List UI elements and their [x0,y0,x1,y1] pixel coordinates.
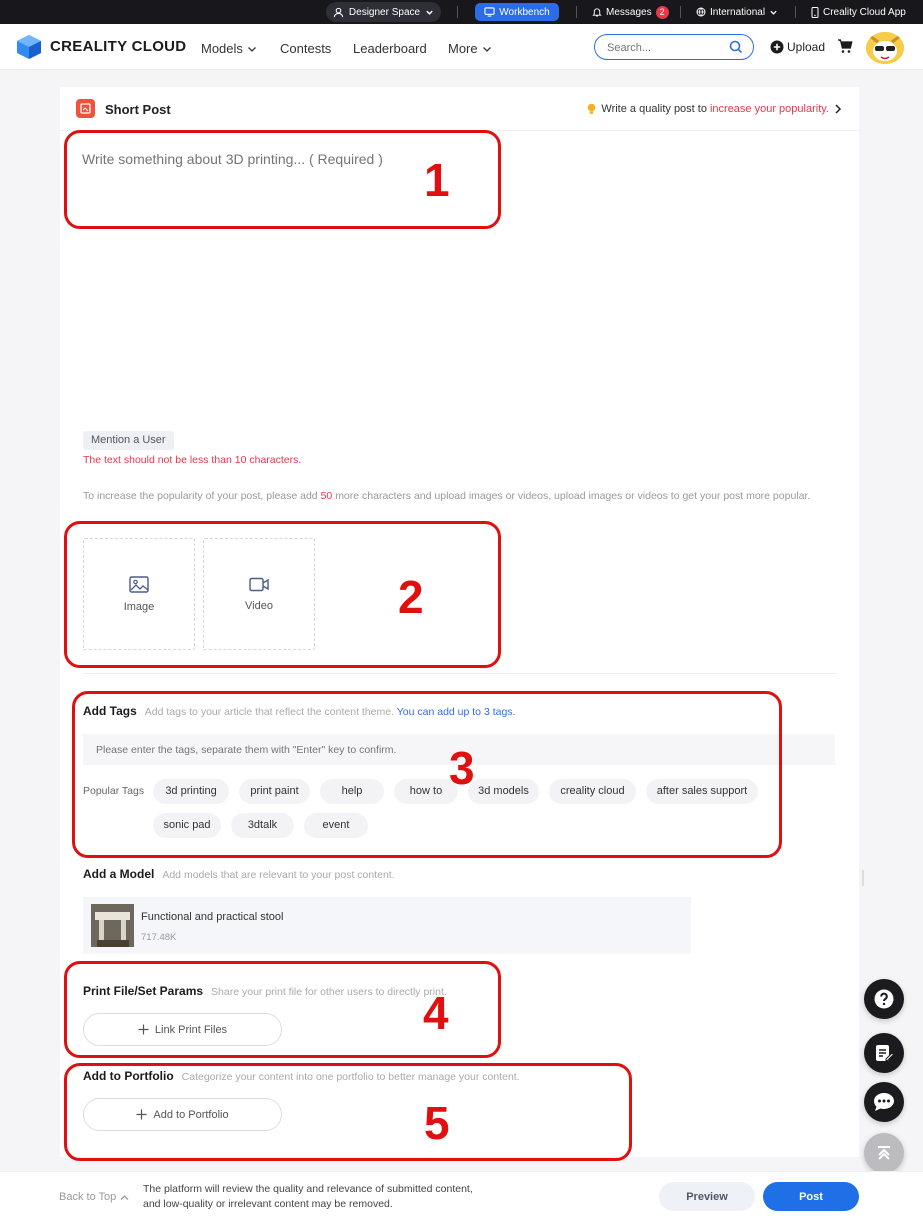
divider [576,6,577,18]
cart-icon[interactable] [837,39,853,54]
section-divider [83,673,837,674]
bulb-icon [588,103,596,114]
popularity-tip-link[interactable]: Write a quality post to increase your po… [587,103,842,115]
mention-user-button[interactable]: Mention a User [83,431,174,450]
notice-line-2: and low-quality or irrelevant content ma… [143,1198,393,1210]
model-size: 717.48K [141,932,177,943]
help-button[interactable] [864,979,904,1019]
model-thumbnail [91,904,134,947]
upload-label: Upload [787,40,826,54]
divider [795,6,796,18]
annotation-box-3 [72,691,782,858]
feedback-button[interactable] [864,1033,904,1073]
notice-line-1: The platform will review the quality and… [143,1183,473,1195]
hint-count: 50 [320,490,333,502]
preview-button[interactable]: Preview [659,1182,755,1211]
post-button[interactable]: Post [763,1182,859,1211]
monitor-icon [484,7,495,17]
nav-models[interactable]: Models [201,41,257,56]
hint-suffix: more characters and upload images or vid… [335,490,811,502]
linked-model-card[interactable]: Functional and practical stool 717.48K [83,897,691,954]
annotation-box-2 [64,521,501,668]
chat-button[interactable] [864,1082,904,1122]
search-box [594,34,754,60]
search-icon[interactable] [729,40,743,54]
form-header: Short Post Write a quality post to incre… [60,87,859,131]
bell-icon [592,8,602,17]
main-nav: CREALITY CLOUD Models Contests Leaderboa… [0,24,923,70]
chevron-down-icon [426,10,433,15]
nav-more-label: More [448,41,478,56]
submit-bar: Back to Top The platform will review the… [0,1171,923,1219]
upload-button[interactable]: Upload [770,40,825,54]
plus-circle-icon [770,40,784,54]
avatar-image-icon [866,32,904,64]
back-to-top-link[interactable]: Back to Top [59,1191,129,1203]
tip-text: Write a quality post to [601,103,707,115]
globe-icon [696,7,706,17]
app-link[interactable]: Creality Cloud App [811,0,906,24]
phone-icon [811,6,819,18]
page-title: Short Post [105,102,171,117]
search-input[interactable] [607,39,717,56]
messages-label: Messages [606,6,652,18]
arrow-up-icon [878,1146,890,1160]
annotation-number-2: 2 [398,571,424,623]
creality-logo-icon[interactable] [15,34,43,60]
review-notice: The platform will review the quality and… [143,1182,473,1212]
divider [457,6,458,18]
model-section-title: Add a Model Add models that are relevant … [83,867,395,881]
region-selector[interactable]: International [696,0,778,24]
annotation-number-5: 5 [424,1097,450,1149]
back-to-top-label: Back to Top [59,1191,117,1203]
designer-space-label: Designer Space [348,6,421,18]
short-post-icon [76,99,95,118]
top-bar: Designer Space Workbench Messages 2 Inte… [0,0,923,24]
nav-more[interactable]: More [448,41,492,56]
chevron-down-icon [482,46,491,52]
length-warning: The text should not be less than 10 char… [83,454,302,466]
chevron-up-icon [120,1194,129,1200]
tip-highlight: increase your popularity. [709,103,829,115]
region-label: International [710,6,766,18]
nav-contests[interactable]: Contests [280,41,331,56]
model-desc: Add models that are relevant to your pos… [162,869,395,881]
scroll-top-button[interactable] [864,1133,904,1173]
designer-space-button[interactable]: Designer Space [326,2,441,22]
scroll-edge [862,870,864,886]
divider [680,6,681,18]
annotation-number-3: 3 [449,742,475,794]
workbench-button[interactable]: Workbench [475,3,559,21]
avatar[interactable] [866,32,904,64]
messages-link[interactable]: Messages 2 [592,0,669,24]
chevron-down-icon [770,10,777,15]
annotation-box-5 [64,1063,632,1161]
user-icon [333,7,344,17]
chat-icon [874,1093,894,1111]
chevron-right-icon [835,104,842,114]
help-icon [874,989,894,1009]
chevron-down-icon [247,46,256,52]
workbench-label: Workbench [499,6,550,18]
annotation-number-4: 4 [423,987,449,1039]
annotation-number-1: 1 [424,154,450,206]
logo-text[interactable]: CREALITY CLOUD [50,38,186,55]
popularity-hint: To increase the popularity of your post,… [83,484,823,508]
edit-icon [876,1045,894,1061]
model-name: Functional and practical stool [141,911,284,923]
hint-prefix: To increase the popularity of your post,… [83,490,318,502]
nav-leaderboard[interactable]: Leaderboard [353,41,427,56]
model-title: Add a Model [83,867,155,881]
nav-models-label: Models [201,41,243,56]
messages-count-badge: 2 [655,5,669,19]
app-label: Creality Cloud App [823,6,906,18]
